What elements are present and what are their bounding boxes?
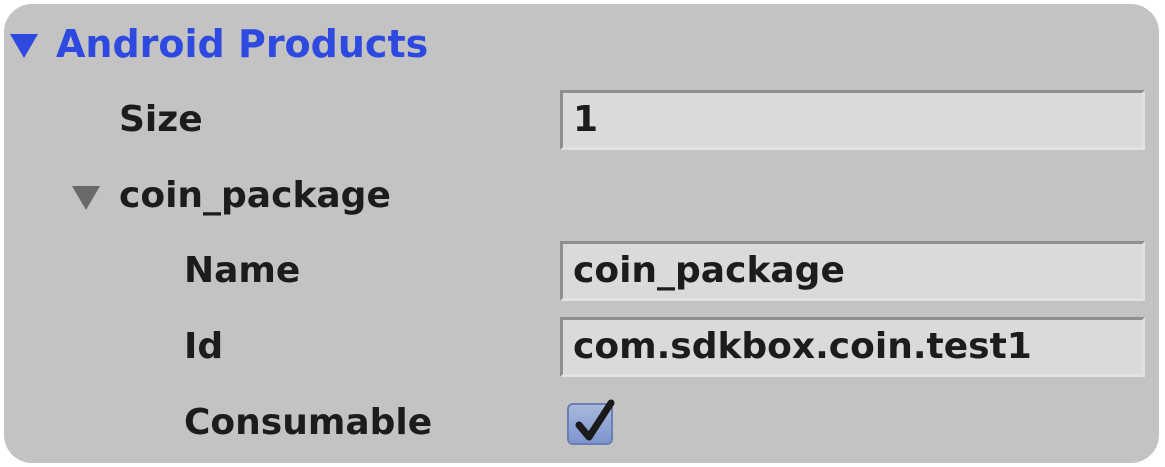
item-title: coin_package bbox=[119, 175, 391, 216]
id-field[interactable]: com.sdkbox.coin.test1 bbox=[560, 317, 1145, 377]
name-row: Name coin_package bbox=[4, 241, 1159, 301]
consumable-row: Consumable bbox=[4, 393, 1159, 453]
id-row: Id com.sdkbox.coin.test1 bbox=[4, 317, 1159, 377]
section-header-android-products[interactable]: Android Products bbox=[4, 14, 1159, 74]
inspector-panel: Android Products Size 1 coin_package Nam… bbox=[4, 4, 1159, 463]
name-label: Name bbox=[184, 250, 301, 291]
size-field[interactable]: 1 bbox=[560, 90, 1145, 150]
size-label: Size bbox=[119, 99, 203, 140]
item-header-coin-package[interactable]: coin_package bbox=[4, 166, 1159, 226]
name-field[interactable]: coin_package bbox=[560, 241, 1145, 301]
consumable-checkbox[interactable] bbox=[567, 399, 615, 445]
checkmark-icon bbox=[575, 399, 615, 441]
disclosure-triangle-down-icon[interactable] bbox=[10, 34, 38, 58]
id-label: Id bbox=[184, 326, 224, 367]
section-title: Android Products bbox=[56, 22, 429, 66]
disclosure-triangle-down-icon[interactable] bbox=[72, 186, 100, 210]
consumable-label: Consumable bbox=[184, 402, 433, 443]
size-row: Size 1 bbox=[4, 90, 1159, 150]
